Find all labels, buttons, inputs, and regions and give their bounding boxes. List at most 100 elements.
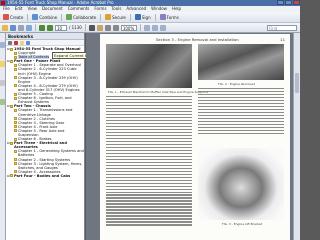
engine-photo (106, 44, 192, 88)
previous-page-icon[interactable] (39, 24, 45, 31)
collaborate-icon (66, 14, 73, 20)
figure-caption: FIG. 2 - Engine Removed (218, 82, 256, 86)
bookmark-icon (14, 84, 17, 88)
attachments-panel-icon[interactable] (0, 80, 5, 86)
hand-tool-icon[interactable] (96, 24, 103, 31)
comment-icon[interactable] (159, 24, 166, 31)
bookmark-icon (14, 63, 17, 67)
bookmark-item[interactable]: ⊟ Part Four - Bodies and Cabs (7, 174, 84, 178)
running-header: Section 3 - Engine Removal and Installat… (156, 37, 239, 42)
vertical-scrollbar[interactable] (293, 33, 300, 240)
bookmark-icon (14, 162, 17, 166)
save-icon[interactable] (10, 24, 16, 31)
create-button[interactable]: Create (2, 13, 24, 21)
bookmark-icon (14, 125, 17, 129)
window-title: 1954-55 Ford Truck Shop Manual - Adobe A… (7, 0, 114, 5)
zoom-out-icon[interactable] (104, 24, 111, 31)
lift-bracket-photo (198, 148, 284, 220)
print-icon[interactable] (18, 24, 24, 31)
bookmark-icon (14, 108, 17, 112)
find-input[interactable]: Find (267, 24, 297, 31)
new-bookmark-icon[interactable] (20, 40, 24, 45)
pages-panel-icon[interactable] (0, 42, 5, 48)
lock-icon (105, 14, 112, 20)
bookmark-label: Chapter 1 - Generating Systems and Batte… (18, 149, 84, 158)
bookmark-icon (10, 104, 13, 108)
open-folder-icon[interactable] (2, 24, 8, 31)
maximize-button[interactable] (285, 0, 292, 5)
bookmark-item[interactable]: Chapter 1 - Transmissions and Overdrive … (7, 108, 84, 117)
bookmark-item[interactable]: Chapter 4 - 8-Cylinder 279 (OHV) and 8-C… (7, 84, 84, 92)
bookmark-label: Chapter 1 - Transmissions and Overdrive … (18, 108, 73, 117)
delete-bookmark-icon[interactable] (14, 40, 18, 45)
page-total: / 1130 (69, 25, 82, 30)
panel-title: Bookmarks (6, 33, 84, 40)
bookmark-icon (14, 55, 17, 59)
navigation-toolbar: 10 / 1130 100% Find (0, 23, 300, 33)
body-text-right (198, 88, 284, 134)
bookmark-icon (14, 51, 17, 55)
bookmark-label: Chapter 5 - Rear Axle and Suspension (18, 128, 65, 137)
bookmark-icon (14, 117, 17, 121)
bookmark-item[interactable]: Chapter 3 - 8-Cylinder 239 (OHV) Engine (7, 76, 84, 84)
toolbar-separator (139, 24, 141, 31)
zoom-level-field[interactable]: 100% (120, 24, 137, 31)
document-page: Section 3 - Engine Removal and Installat… (100, 34, 290, 240)
bookmarks-panel-icon[interactable] (0, 61, 5, 67)
bookmark-icon (10, 141, 13, 145)
bookmark-label: Part Three - Electrical and Accessories (14, 141, 67, 150)
acrobat-app-icon (1, 1, 5, 5)
sign-button[interactable]: Sign (134, 13, 152, 21)
bookmark-icon (14, 129, 17, 133)
scrollbar-thumb[interactable] (295, 73, 299, 93)
page-number-input[interactable]: 10 (55, 24, 67, 31)
bookmark-label: Chapter 6 - Ignition, Fuel, and Exhaust … (18, 96, 72, 105)
select-cursor-icon[interactable] (88, 24, 95, 31)
create-pdf-icon (3, 14, 9, 20)
forms-button[interactable]: Forms (159, 13, 180, 21)
forms-icon (159, 14, 166, 20)
next-page-icon[interactable] (47, 24, 53, 31)
bookmark-label: Chapter 3 - 8-Cylinder 239 (OHV) Engine (18, 75, 78, 84)
bookmark-icon (14, 121, 17, 125)
email-icon[interactable] (26, 24, 32, 31)
minimize-button[interactable] (277, 0, 284, 5)
bookmark-label: Part Four - Bodies and Cabs (14, 173, 71, 178)
bookmark-item[interactable]: Chapter 1 - Generating Systems and Batte… (7, 149, 84, 157)
secure-button[interactable]: Secure (104, 13, 127, 21)
close-button[interactable] (293, 0, 300, 5)
bookmark-label: Chapter 2 - 6-Cylinder 223 Cubic Inch (O… (18, 67, 78, 76)
fit-page-icon[interactable] (143, 24, 150, 31)
bookmark-item[interactable]: Chapter 6 - Ignition, Fuel, and Exhaust … (7, 96, 84, 104)
bookmark-item[interactable]: Chapter 3 - Lighting System, Horns, Swit… (7, 162, 84, 170)
signatures-panel-icon[interactable] (0, 99, 5, 105)
bookmark-label: Chapter 3 - Lighting System, Horns, Swit… (18, 161, 83, 170)
bookmark-item[interactable]: Chapter 2 - 6-Cylinder 223 Cubic Inch (O… (7, 67, 84, 76)
bookmark-icon (10, 174, 13, 178)
toolbar-separator (100, 13, 102, 21)
combine-button[interactable]: Combine (31, 13, 58, 21)
body-text-left (106, 96, 192, 226)
toolbar-separator (84, 24, 86, 31)
bookmark-icon (14, 92, 17, 96)
bookmark-item[interactable]: ⊟ Part Three - Electrical and Accessories (7, 141, 84, 149)
expand-bookmark-icon[interactable] (26, 40, 30, 45)
figure-caption: FIG. 1 - Exhaust Manifold to Muffler Inl… (108, 90, 209, 94)
collaborate-button[interactable]: Collaborate (65, 13, 97, 21)
fit-width-icon[interactable] (151, 24, 158, 31)
options-menu-icon[interactable] (8, 40, 12, 45)
zoom-in-icon[interactable] (112, 24, 119, 31)
toolbar-separator (35, 24, 36, 31)
bookmark-tree: ⊟ 1954-55 Ford Truck Shop Manual Copyright… (6, 46, 84, 178)
toolbar-separator (27, 13, 29, 21)
window-controls (277, 0, 300, 5)
bookmark-icon (14, 96, 17, 100)
sign-pen-icon (134, 14, 141, 20)
bookmark-label: Chapter 4 - 8-Cylinder 279 (OHV) and 8-C… (18, 83, 80, 92)
bookmarks-panel: Bookmarks ⊟ 1954-55 Ford Truck Shop Manua… (6, 33, 85, 240)
bookmark-icon (14, 170, 17, 174)
bookmark-item[interactable]: Chapter 5 - Rear Axle and Suspension (7, 129, 84, 137)
combine-icon (32, 14, 39, 20)
bookmark-icon (14, 76, 17, 80)
engine-removed-photo (198, 44, 284, 80)
